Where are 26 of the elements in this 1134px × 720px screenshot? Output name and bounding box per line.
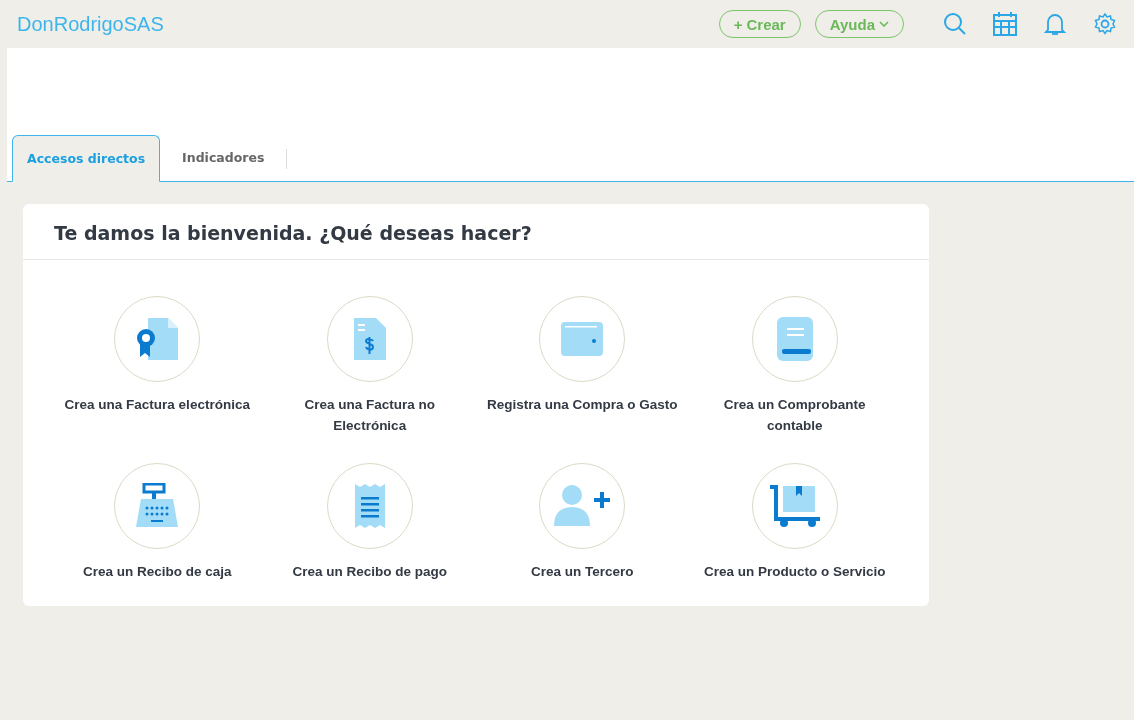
settings-icon (1093, 12, 1117, 36)
wallet-icon (560, 320, 605, 358)
search-button[interactable] (942, 11, 968, 37)
calendar-icon (993, 12, 1017, 36)
dollar-document-icon (351, 316, 388, 362)
cash-register-icon (135, 483, 180, 529)
action-label[interactable]: Crea un Comprobante contable (694, 394, 895, 436)
book-icon (775, 316, 814, 362)
certificate-document-icon (134, 316, 181, 362)
action-label[interactable]: Crea un Recibo de caja (57, 561, 258, 582)
action-label[interactable]: Crea una Factura electrónica (57, 394, 258, 415)
calendar-button[interactable] (992, 11, 1018, 37)
action-label[interactable]: Crea una Factura no Electrónica (269, 394, 470, 436)
bell-icon (1044, 12, 1066, 36)
notifications-button[interactable] (1042, 11, 1068, 37)
cart-with-box-icon (767, 484, 822, 528)
search-icon (943, 12, 967, 36)
action-label[interactable]: Registra una Compra o Gasto (482, 394, 683, 415)
receipt-icon (353, 483, 386, 529)
add-person-icon (552, 484, 613, 528)
action-label[interactable]: Crea un Recibo de pago (269, 561, 470, 582)
chevron-down-icon (879, 21, 889, 27)
settings-button[interactable] (1092, 11, 1118, 37)
action-label[interactable]: Crea un Tercero (482, 561, 683, 582)
action-label[interactable]: Crea un Producto o Servicio (694, 561, 895, 582)
card-title: Te damos la bienvenida. ¿Qué deseas hacer? (23, 204, 929, 260)
